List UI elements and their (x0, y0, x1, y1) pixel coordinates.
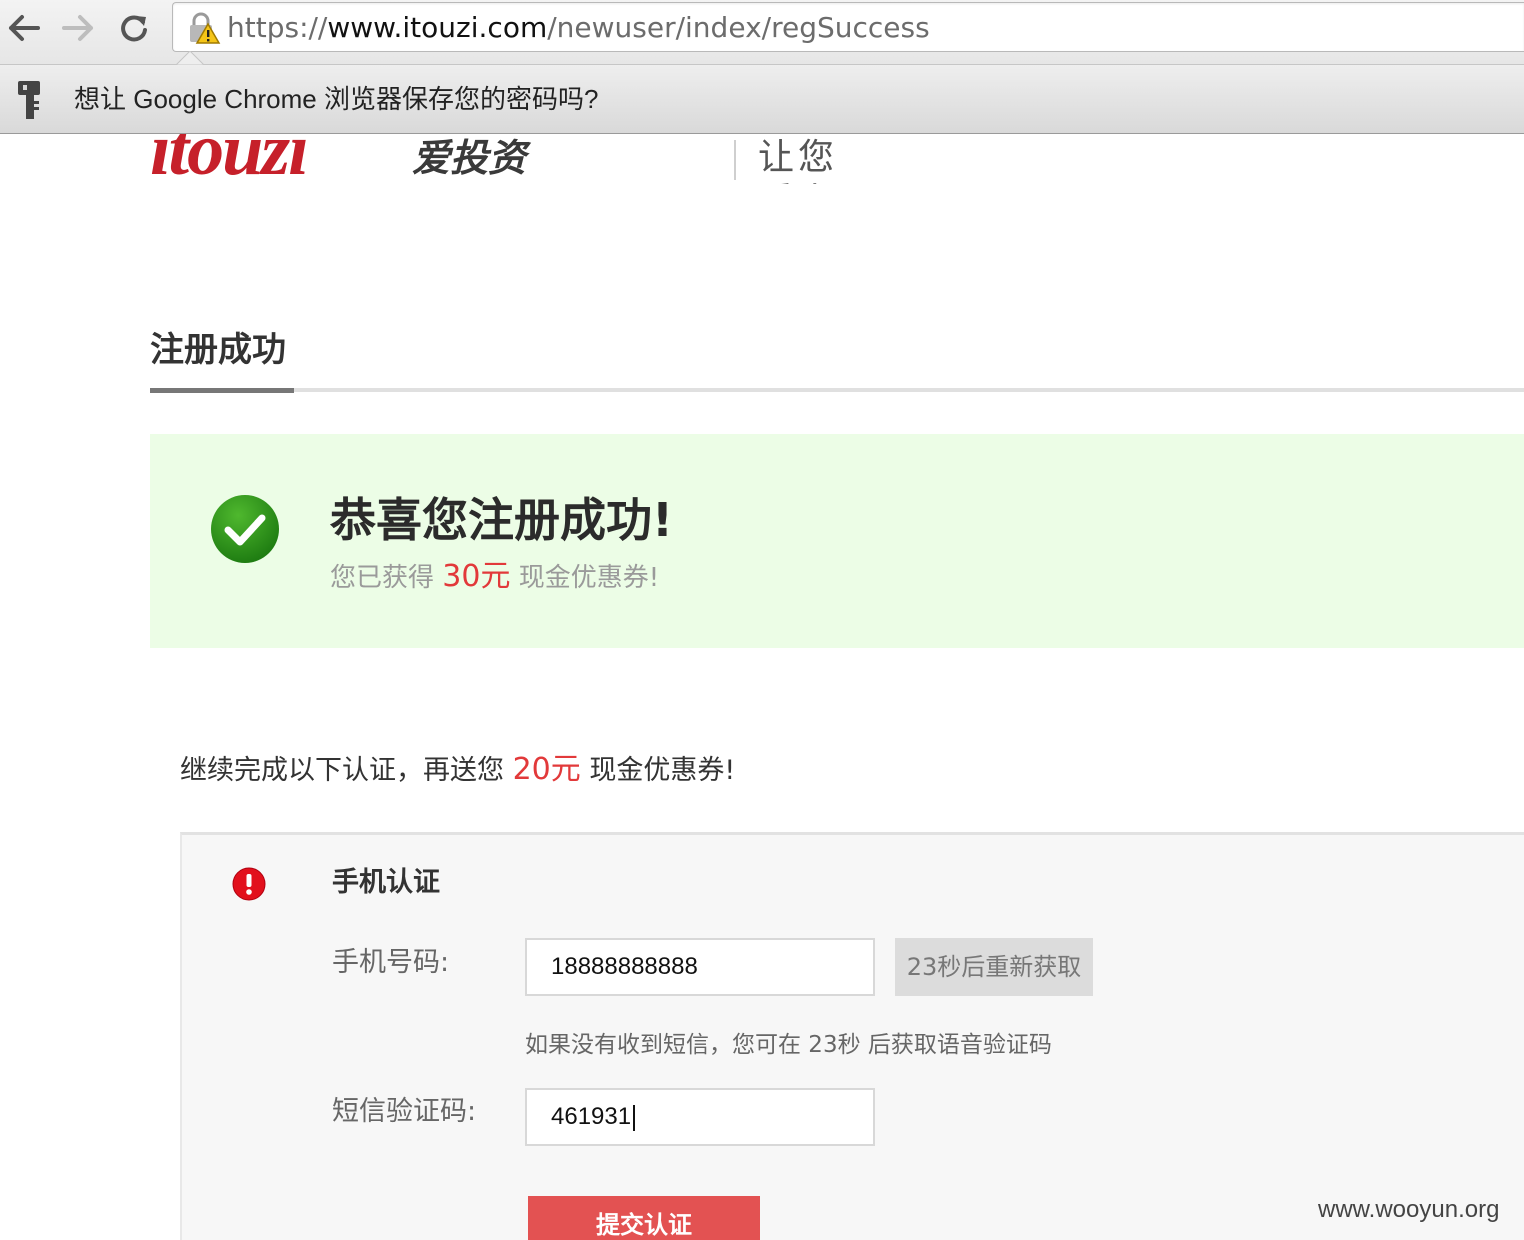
browser-toolbar: https://www.itouzi.com/newuser/index/reg… (0, 0, 1524, 64)
title-underline (150, 388, 294, 393)
success-sub-suffix: 现金优惠券! (518, 563, 660, 593)
reload-icon (121, 15, 147, 42)
logo-chinese: 爱投资 (412, 136, 527, 180)
phone-input[interactable]: 18888888888 (525, 938, 875, 996)
url-text: https://www.itouzi.com/newuser/index/reg… (227, 12, 930, 44)
watermark: www.wooyun.org (1318, 1196, 1500, 1223)
promo-prefix: 继续完成以下认证，再送您 (180, 755, 504, 786)
logo-slogan: 让您爱上投资 (758, 137, 839, 184)
promo-amount: 20元 (512, 752, 581, 787)
title-divider (150, 388, 1524, 392)
url-host: www.itouzi.com (327, 11, 548, 44)
success-amount: 30元 (442, 559, 511, 594)
url-path: /newuser/index/regSuccess (547, 11, 930, 44)
page-title: 注册成功 (150, 330, 286, 370)
logo-wordmark: itouzi (150, 134, 309, 184)
infobar-text: 想让 Google Chrome 浏览器保存您的密码吗? (74, 84, 599, 114)
phone-verification-panel: 手机认证 手机号码: 18888888888 23秒后重新获取 如果没有收到短信… (180, 832, 1524, 1240)
site-logo[interactable]: itouzi 爱投资 让您爱上投资 (150, 134, 870, 184)
url-scheme: https:// (227, 11, 328, 44)
forward-button[interactable] (60, 10, 96, 46)
text-caret (633, 1104, 636, 1131)
back-button[interactable] (6, 10, 42, 46)
resend-code-button[interactable]: 23秒后重新获取 (895, 938, 1093, 996)
phone-label: 手机号码: (332, 947, 450, 978)
sms-code-value: 461931 (551, 1103, 632, 1130)
lock-warning-icon (190, 12, 221, 44)
phone-value: 18888888888 (551, 953, 698, 980)
success-banner: 恭喜您注册成功! 您已获得 30元 现金优惠券! (150, 434, 1524, 648)
key-icon (18, 81, 40, 119)
alert-icon (232, 867, 266, 901)
address-bar[interactable]: https://www.itouzi.com/newuser/index/reg… (172, 2, 1524, 52)
logo-divider (734, 140, 736, 180)
sms-code-input[interactable]: 461931 (525, 1088, 875, 1146)
success-sub-prefix: 您已获得 (330, 563, 435, 593)
sms-code-label: 短信验证码: (332, 1096, 477, 1127)
reload-button[interactable] (116, 10, 152, 46)
promo-suffix: 现金优惠券! (589, 755, 736, 786)
check-circle-icon (211, 495, 279, 563)
section-title: 手机认证 (332, 867, 440, 898)
success-title: 恭喜您注册成功! (330, 493, 673, 547)
success-subtitle: 您已获得 30元 现金优惠券! (330, 560, 659, 595)
back-arrow-icon (9, 15, 40, 41)
infobar-pointer (176, 51, 204, 65)
promo-text: 继续完成以下认证，再送您 20元 现金优惠券! (180, 752, 735, 789)
voice-code-hint: 如果没有收到短信，您可在 23秒 后获取语音验证码 (525, 1032, 1052, 1058)
save-password-infobar: 想让 Google Chrome 浏览器保存您的密码吗? (0, 51, 1524, 134)
forward-arrow-icon (62, 15, 93, 41)
submit-verification-button[interactable]: 提交认证 (528, 1196, 760, 1240)
